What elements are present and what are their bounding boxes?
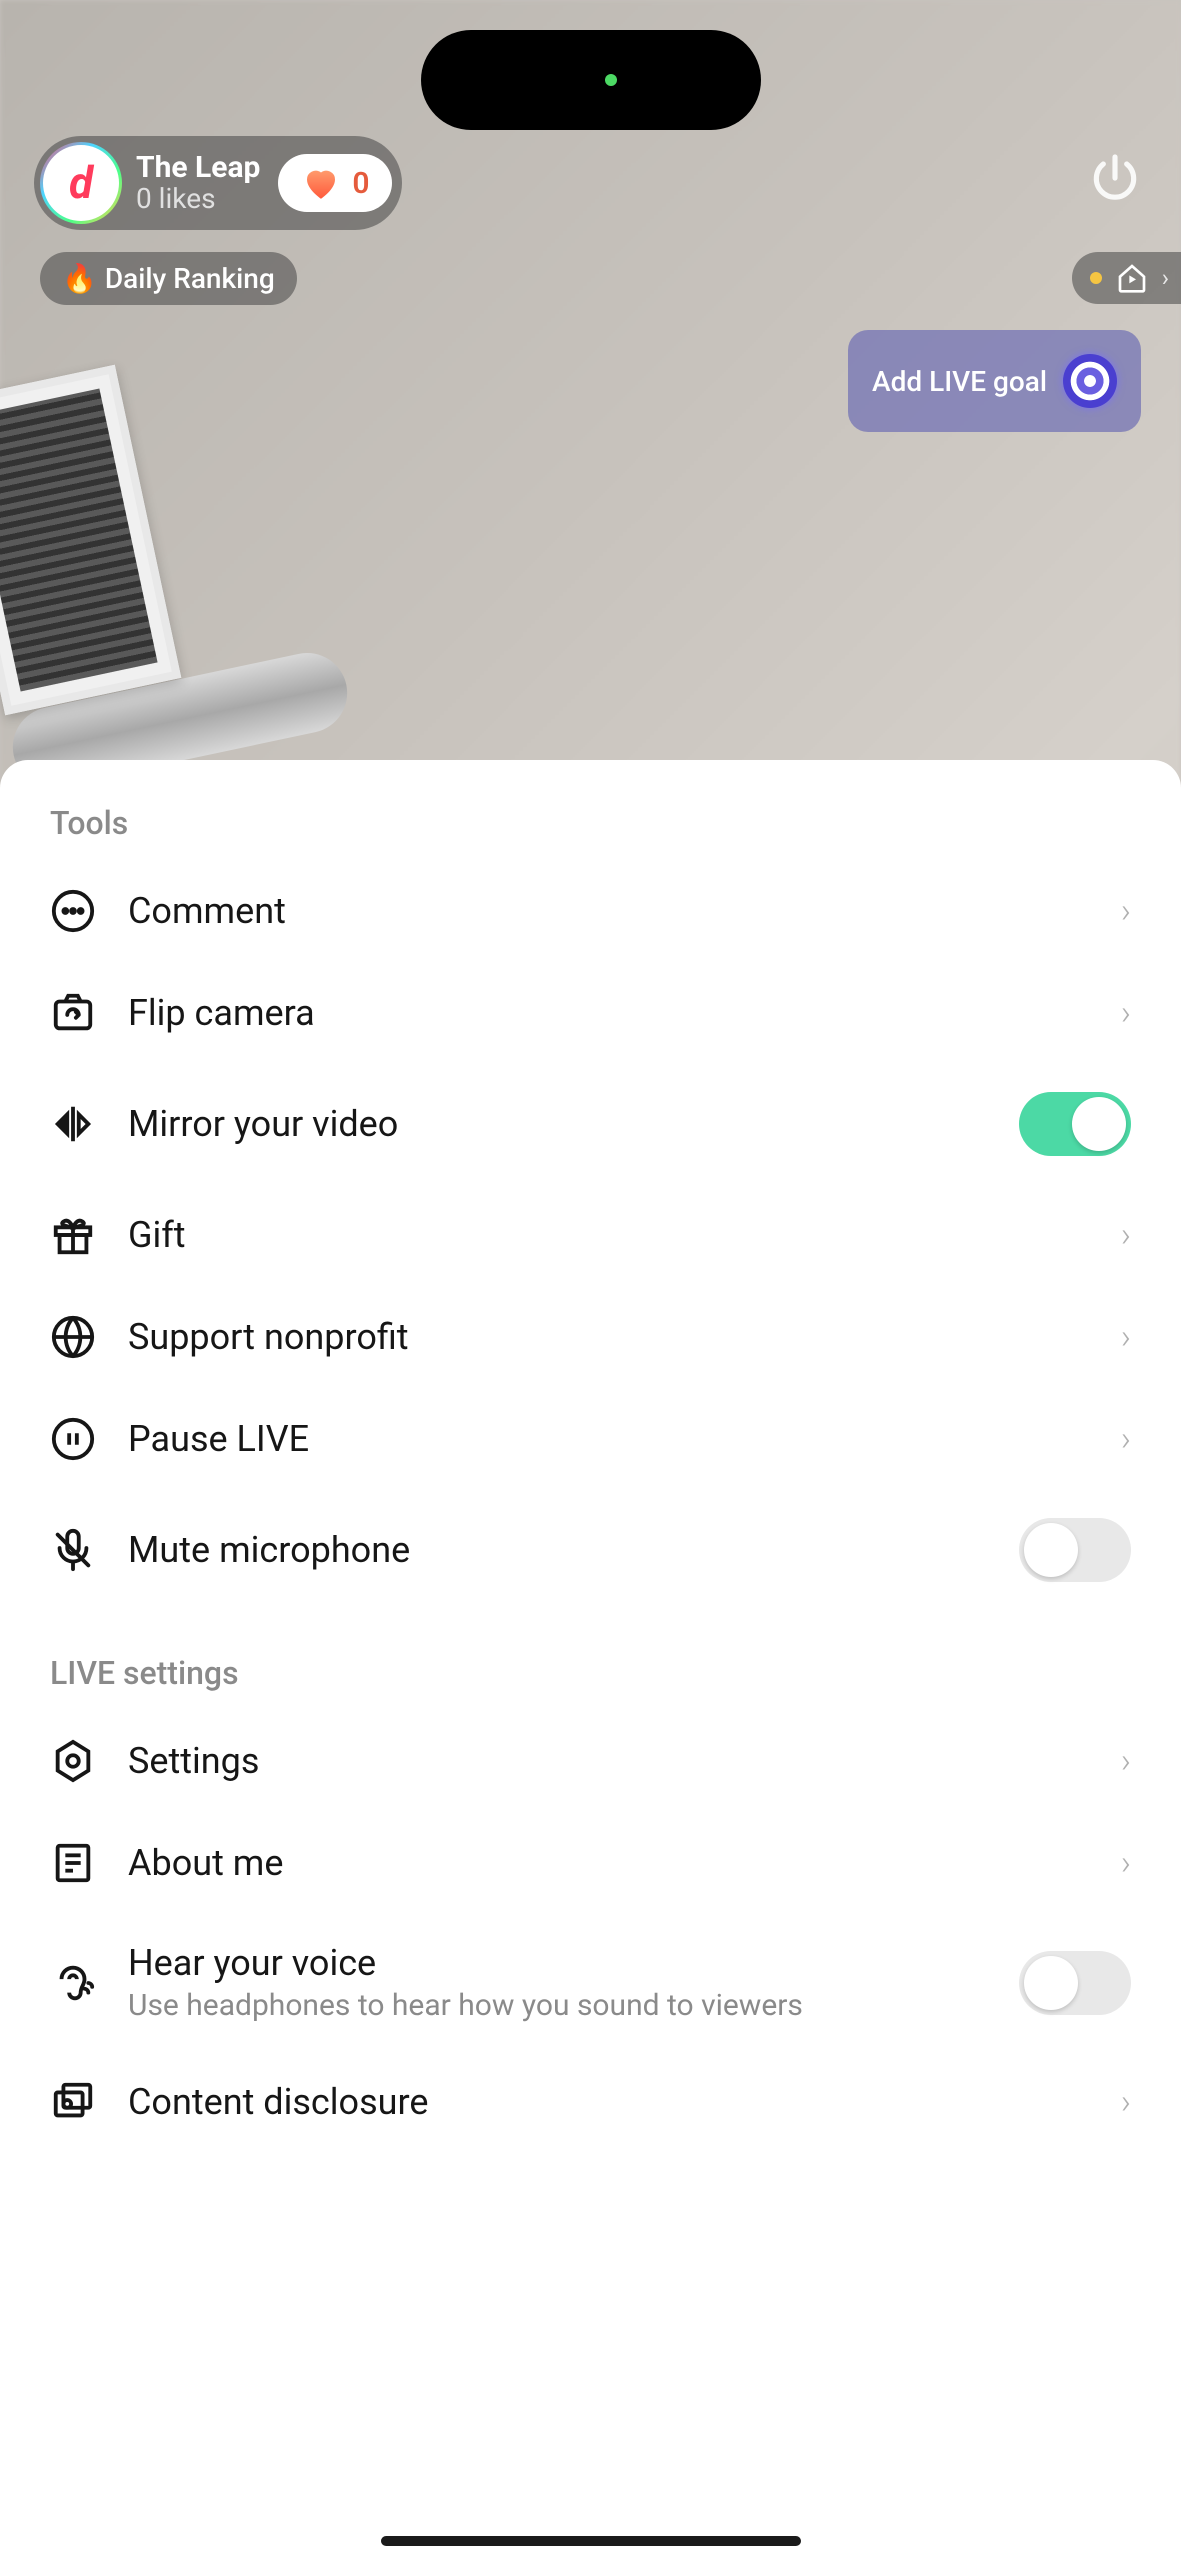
row-label: Mirror your video: [128, 1103, 987, 1145]
mute-toggle[interactable]: [1019, 1518, 1131, 1582]
daily-ranking-chip[interactable]: 🔥 Daily Ranking: [40, 252, 297, 305]
power-button[interactable]: [1087, 150, 1143, 206]
pause-icon: [50, 1416, 96, 1462]
globe-heart-icon: [50, 1314, 96, 1360]
row-label: Flip camera: [128, 992, 1089, 1034]
fire-icon: 🔥: [62, 262, 97, 295]
row-sublabel: Use headphones to hear how you sound to …: [128, 1988, 987, 2023]
hear-voice-toggle[interactable]: [1019, 1951, 1131, 2015]
mic-off-icon: [50, 1527, 96, 1573]
gift-icon: [50, 1212, 96, 1258]
live-center-chip[interactable]: ›: [1072, 252, 1181, 304]
target-icon: [1063, 354, 1117, 408]
heart-icon: [300, 162, 342, 204]
row-hear-your-voice[interactable]: Hear your voice Use headphones to hear h…: [0, 1914, 1181, 2051]
row-label: Content disclosure: [128, 2081, 1089, 2123]
mirror-icon: [50, 1101, 96, 1147]
row-mute-microphone[interactable]: Mute microphone: [0, 1490, 1181, 1610]
chevron-right-icon: ›: [1121, 1215, 1131, 1255]
chevron-right-icon: ›: [1121, 891, 1131, 931]
stream-likes-text: 0 likes: [136, 184, 260, 215]
chevron-right-icon: ›: [1121, 1843, 1131, 1883]
row-label: Mute microphone: [128, 1529, 987, 1571]
settings-icon: [50, 1738, 96, 1784]
section-title-tools: Tools: [0, 804, 1181, 860]
document-icon: [50, 1840, 96, 1886]
row-label: Gift: [128, 1214, 1089, 1256]
chevron-right-icon: ›: [1121, 1317, 1131, 1357]
row-label: Comment: [128, 890, 1089, 932]
chevron-right-icon: ›: [1121, 993, 1131, 1033]
row-pause-live[interactable]: Pause LIVE ›: [0, 1388, 1181, 1490]
ranking-label: Daily Ranking: [105, 262, 275, 295]
chevron-right-icon: ›: [1162, 264, 1169, 292]
chevron-right-icon: ›: [1121, 1419, 1131, 1459]
row-support-nonprofit[interactable]: Support nonprofit ›: [0, 1286, 1181, 1388]
status-dot-icon: [1090, 272, 1102, 284]
stream-title: The Leap: [136, 151, 260, 184]
avatar[interactable]: d: [40, 142, 122, 224]
add-live-goal-button[interactable]: Add LIVE goal: [848, 330, 1141, 432]
like-count: 0: [352, 166, 369, 201]
row-label: Pause LIVE: [128, 1418, 1089, 1460]
comment-icon: [50, 888, 96, 934]
row-comment[interactable]: Comment ›: [0, 860, 1181, 962]
chevron-right-icon: ›: [1121, 2082, 1131, 2122]
row-gift[interactable]: Gift ›: [0, 1184, 1181, 1286]
row-flip-camera[interactable]: Flip camera ›: [0, 962, 1181, 1064]
mirror-toggle[interactable]: [1019, 1092, 1131, 1156]
chevron-right-icon: ›: [1121, 1741, 1131, 1781]
flip-camera-icon: [50, 990, 96, 1036]
tools-sheet: Tools Comment › Flip camera › Mirror you…: [0, 760, 1181, 2560]
disclosure-icon: [50, 2079, 96, 2125]
add-live-goal-label: Add LIVE goal: [872, 365, 1047, 398]
home-indicator[interactable]: [381, 2536, 801, 2546]
row-label: Support nonprofit: [128, 1316, 1089, 1358]
dynamic-island: [421, 30, 761, 130]
row-settings[interactable]: Settings ›: [0, 1710, 1181, 1812]
row-label: Settings: [128, 1740, 1089, 1782]
row-about-me[interactable]: About me ›: [0, 1812, 1181, 1914]
row-mirror-video[interactable]: Mirror your video: [0, 1064, 1181, 1184]
row-label: About me: [128, 1842, 1089, 1884]
section-title-live-settings: LIVE settings: [0, 1610, 1181, 1710]
row-content-disclosure[interactable]: Content disclosure ›: [0, 2051, 1181, 2153]
house-play-icon: [1116, 262, 1148, 294]
stream-header-pill[interactable]: d The Leap 0 likes 0: [34, 136, 402, 230]
row-label: Hear your voice: [128, 1942, 987, 1984]
ear-icon: [50, 1960, 96, 2006]
like-chip[interactable]: 0: [278, 154, 391, 212]
